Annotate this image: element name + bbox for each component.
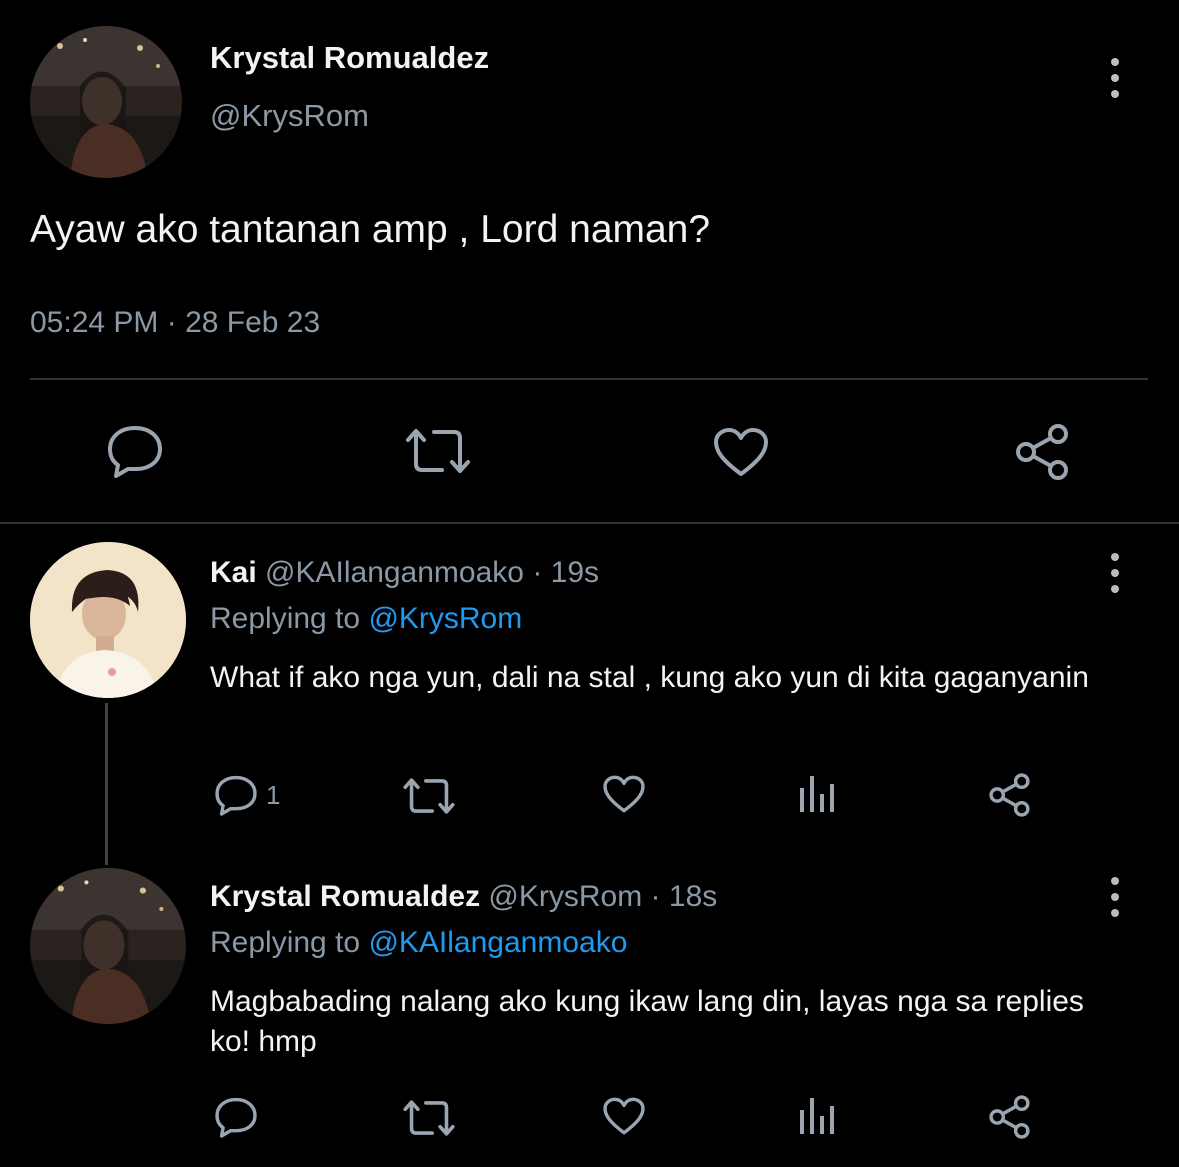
retweet-icon[interactable] [402,1098,456,1138]
reply-author-handle[interactable]: @KrysRom [488,880,642,913]
author-name[interactable]: Krystal Romualdez [210,40,489,76]
replying-to-label: Replying to [210,602,361,635]
reply-avatar[interactable] [30,542,186,698]
share-icon[interactable] [1014,422,1074,482]
reply-author-handle[interactable]: @KAIlanganmoako [265,556,524,589]
like-icon[interactable] [602,1096,646,1136]
reply-avatar[interactable] [30,868,186,1024]
reply-header: Krystal Romualdez @KrysRom · 18s [210,880,717,914]
separator: · [642,880,669,913]
more-options-icon[interactable] [1110,553,1120,593]
analytics-icon[interactable] [798,774,836,814]
more-options-icon[interactable] [1110,877,1120,917]
reply-time: 18s [668,880,718,913]
analytics-icon[interactable] [798,1096,836,1136]
reply-icon[interactable] [214,774,258,816]
more-options-icon[interactable] [1110,58,1120,98]
reply-author-name[interactable]: Kai [210,556,257,589]
reply-icon[interactable] [106,424,164,478]
share-icon[interactable] [988,1094,1034,1140]
reply-text: What if ako nga yun, dali na stal , kung… [210,661,1089,694]
like-icon[interactable] [602,774,646,814]
replying-to-link[interactable]: @KAIlanganmoako [368,926,627,959]
tweet-timestamp: 05:24 PM · 28 Feb 23 [30,306,321,339]
like-icon[interactable] [712,426,770,478]
thread-line [105,703,108,865]
retweet-icon[interactable] [404,426,472,476]
separator: · [523,556,551,589]
reply-time: 19s [550,556,600,589]
reply-count: 1 [266,780,281,810]
author-handle[interactable]: @KrysRom [210,98,369,134]
replying-to: Replying to @KAIlanganmoako [210,926,627,960]
reply-icon[interactable] [214,1096,258,1138]
replying-to-label: Replying to [210,926,361,959]
reply-author-name[interactable]: Krystal Romualdez [210,880,480,913]
section-divider [0,522,1179,524]
reply-header: Kai @KAIlanganmoako · 19s [210,556,599,590]
reply-text: Magbabading nalang ako kung ikaw lang di… [210,985,1084,1058]
share-icon[interactable] [988,772,1034,818]
divider [30,378,1148,380]
tweet-text: Ayaw ako tantanan amp , Lord naman? [30,208,711,251]
replying-to: Replying to @KrysRom [210,602,522,636]
author-avatar[interactable] [30,26,182,178]
retweet-icon[interactable] [402,776,456,816]
replying-to-link[interactable]: @KrysRom [368,602,522,635]
